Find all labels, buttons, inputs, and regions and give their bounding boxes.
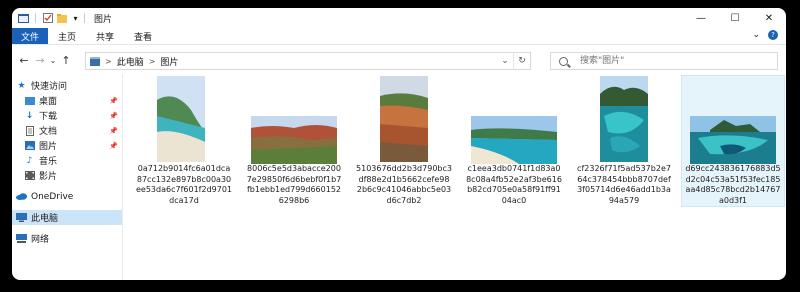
sidebar-item-quick-access[interactable]: ★ 快速访问 <box>12 78 122 93</box>
sidebar-item-music[interactable]: ♪ 音乐 <box>12 153 122 168</box>
navigation-pane: ★ 快速访问 桌面 📌 ↓ 下载 📌 文档 📌 图片 📌 ♪ 音乐 影片 One… <box>12 74 123 280</box>
computer-icon <box>16 213 27 223</box>
sidebar-item-pictures[interactable]: 图片 📌 <box>12 138 122 153</box>
sidebar-item-network[interactable]: 网络 <box>12 231 122 246</box>
sidebar-item-downloads[interactable]: ↓ 下载 📌 <box>12 108 122 123</box>
tab-file[interactable]: 文件 <box>12 28 48 44</box>
file-name: cf2326f71f5ad537b2e764c378454bbb8707def3… <box>577 164 671 205</box>
breadcrumb-separator: > <box>148 56 156 66</box>
sidebar-item-label: OneDrive <box>31 191 74 202</box>
image-thumbnail <box>600 76 648 162</box>
pin-icon: 📌 <box>109 96 118 105</box>
close-button[interactable]: ✕ <box>752 8 786 28</box>
tab-home[interactable]: 主页 <box>48 28 86 44</box>
address-dropdown-button[interactable]: ⌄ <box>497 53 513 69</box>
forward-button[interactable]: → <box>32 52 48 68</box>
new-folder-icon[interactable] <box>56 13 67 23</box>
file-explorer-window: ▾ 图片 — ☐ ✕ 文件 主页 共享 查看 ⌄ ? ← → ⌄ ↑ > 此电脑… <box>12 8 786 280</box>
pictures-icon <box>24 141 35 151</box>
download-icon: ↓ <box>25 110 34 121</box>
properties-icon[interactable] <box>42 13 53 23</box>
sidebar-item-desktop[interactable]: 桌面 📌 <box>12 93 122 108</box>
cloud-icon <box>16 192 27 202</box>
file-item[interactable]: 5103676dd2b3d790bc3df88e2d1b5662cefe982b… <box>353 76 455 206</box>
tab-view[interactable]: 查看 <box>124 28 162 44</box>
maximize-button[interactable]: ☐ <box>718 8 752 28</box>
file-item[interactable]: d69cc243836176883d5d2c04c53a51f53fec185a… <box>681 75 785 207</box>
customize-toolbar-icon[interactable]: ▾ <box>70 13 81 23</box>
image-thumbnail <box>471 116 557 164</box>
refresh-button[interactable]: ↻ <box>513 53 530 69</box>
breadcrumb-this-pc[interactable]: 此电脑 <box>117 55 144 68</box>
sidebar-item-label: 此电脑 <box>31 214 59 224</box>
ribbon-right-controls: ⌄ ? <box>752 30 778 40</box>
window-controls: — ☐ ✕ <box>684 8 786 28</box>
file-item[interactable]: cf2326f71f5ad537b2e764c378454bbb8707def3… <box>573 76 675 206</box>
desktop-icon <box>24 96 35 106</box>
window-title: 图片 <box>94 14 113 25</box>
ribbon-tabs: 文件 主页 共享 查看 ⌄ ? <box>12 28 786 45</box>
main-area: ★ 快速访问 桌面 📌 ↓ 下载 📌 文档 📌 图片 📌 ♪ 音乐 影片 One… <box>12 74 786 280</box>
tab-share[interactable]: 共享 <box>86 28 124 44</box>
pin-icon: 📌 <box>109 111 118 120</box>
address-bar-buttons: ⌄ ↻ <box>497 53 530 69</box>
sidebar-item-label: 快速访问 <box>31 82 68 92</box>
pin-icon: 📌 <box>109 126 118 135</box>
title-separator <box>84 13 85 23</box>
search-icon <box>559 56 568 66</box>
sidebar-item-label: 文档 <box>39 127 58 137</box>
sidebar-item-label: 图片 <box>39 142 58 152</box>
sidebar-item-this-pc[interactable]: 此电脑 <box>12 210 122 225</box>
image-thumbnail <box>157 76 205 162</box>
file-name: 5103676dd2b3d790bc3df88e2d1b5662cefe982b… <box>356 164 452 205</box>
recent-locations-button[interactable]: ⌄ <box>48 52 58 68</box>
file-name: 0a712b9014fc6a01dca87cc132e897b8c00a30ee… <box>136 164 233 205</box>
file-name: c1eea3db0741f1d83a08c08a4fb52e2af3be616b… <box>466 164 562 205</box>
search-input[interactable] <box>578 55 762 67</box>
file-item[interactable]: 8006c5e5d3abacce2007e29850f6d6bebf0f1b7f… <box>243 76 345 206</box>
sidebar-item-label: 影片 <box>39 172 58 182</box>
file-list-view: 0a712b9014fc6a01dca87cc132e897b8c00a30ee… <box>123 74 786 280</box>
address-bar[interactable]: > 此电脑 > 图片 ⌄ ↻ <box>85 52 531 70</box>
image-thumbnail <box>690 116 776 164</box>
network-icon <box>16 234 27 244</box>
breadcrumb-pictures[interactable]: 图片 <box>160 55 178 68</box>
pictures-location-icon <box>90 56 100 66</box>
sidebar-item-label: 桌面 <box>39 97 58 107</box>
document-icon <box>24 125 35 136</box>
toolbar-separator <box>35 13 36 23</box>
sidebar-item-videos[interactable]: 影片 <box>12 168 122 183</box>
search-box[interactable] <box>550 52 778 70</box>
sidebar-item-documents[interactable]: 文档 📌 <box>12 123 122 138</box>
file-name: d69cc243836176883d5d2c04c53a51f53fec185a… <box>685 164 781 205</box>
file-name: 8006c5e5d3abacce2007e29850f6d6bebf0f1b7f… <box>246 164 342 205</box>
up-button[interactable]: ↑ <box>58 52 74 68</box>
star-icon: ★ <box>17 80 26 91</box>
sidebar-item-label: 下载 <box>39 112 58 122</box>
explorer-icon <box>18 13 29 23</box>
pin-icon: 📌 <box>109 141 118 150</box>
music-icon: ♪ <box>26 155 33 166</box>
sidebar-item-onedrive[interactable]: OneDrive <box>12 189 122 204</box>
title-bar: ▾ 图片 — ☐ ✕ <box>12 8 786 28</box>
navigation-bar: ← → ⌄ ↑ > 此电脑 > 图片 ⌄ ↻ <box>12 45 786 75</box>
back-button[interactable]: ← <box>16 52 32 68</box>
image-thumbnail <box>380 76 428 162</box>
image-thumbnail <box>251 116 337 164</box>
minimize-button[interactable]: — <box>684 8 718 28</box>
expand-ribbon-icon[interactable]: ⌄ <box>752 30 760 40</box>
file-item[interactable]: c1eea3db0741f1d83a08c08a4fb52e2af3be616b… <box>463 76 565 206</box>
video-icon <box>24 171 35 181</box>
quick-access-toolbar: ▾ <box>18 13 81 23</box>
breadcrumb-separator: > <box>105 56 112 66</box>
help-icon[interactable]: ? <box>768 30 778 40</box>
sidebar-item-label: 音乐 <box>39 157 58 167</box>
sidebar-item-label: 网络 <box>31 235 50 245</box>
file-item[interactable]: 0a712b9014fc6a01dca87cc132e897b8c00a30ee… <box>133 76 235 206</box>
